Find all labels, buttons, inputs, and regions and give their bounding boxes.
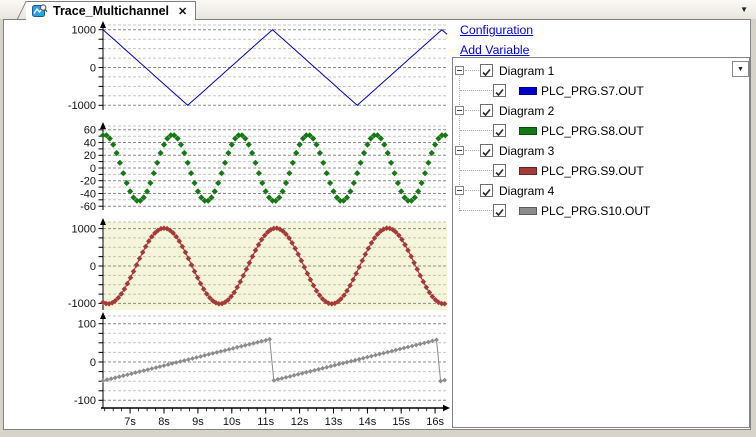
tree-variable-label: PLC_PRG.S8.OUT <box>541 124 644 138</box>
trace-editor-window: 1000 0 -1000 60 40 20 0 -20 -40 -60 1000 0 -1000 100 0… <box>3 19 751 430</box>
tab-title: Trace_Multichannel <box>53 4 170 18</box>
collapse-icon[interactable] <box>455 66 464 75</box>
collapse-icon[interactable] <box>455 146 464 155</box>
diagram-4-checkbox[interactable] <box>480 184 493 197</box>
svg-text:14s: 14s <box>359 416 377 428</box>
svg-text:1000: 1000 <box>72 223 96 235</box>
tab-trace-multichannel[interactable]: Trace_Multichannel ✕ <box>26 1 197 20</box>
tab-list-chevron-down-icon[interactable]: ▼ <box>740 5 748 14</box>
svg-text:-40: -40 <box>80 188 96 200</box>
variable-tree: ▼ Diagram 1 PLC_PRG.S7.OUT Diagram 2 PLC… <box>452 57 750 428</box>
tree-variable-label: PLC_PRG.S9.OUT <box>541 164 644 178</box>
svg-text:-60: -60 <box>80 201 96 213</box>
tree-variable-row: PLC_PRG.S7.OUT <box>453 81 749 101</box>
tree-variable-row: PLC_PRG.S10.OUT <box>453 201 749 221</box>
diagram-3-checkbox[interactable] <box>480 144 493 157</box>
svg-text:20: 20 <box>84 150 96 162</box>
series-color-swatch <box>519 207 537 215</box>
add-variable-link[interactable]: Add Variable <box>460 43 530 57</box>
plc-prg-s10-checkbox[interactable] <box>493 204 506 217</box>
plc-prg-s8-checkbox[interactable] <box>493 124 506 137</box>
tree-variable-label: PLC_PRG.S10.OUT <box>541 204 651 218</box>
svg-text:8s: 8s <box>158 416 170 428</box>
tree-group-row: Diagram 3 <box>453 141 749 161</box>
svg-text:9s: 9s <box>192 416 204 428</box>
svg-text:0: 0 <box>90 261 96 273</box>
collapse-icon[interactable] <box>455 186 464 195</box>
tree-group-label: Diagram 4 <box>499 184 555 198</box>
svg-text:10s: 10s <box>223 416 241 428</box>
series-color-swatch <box>519 127 537 135</box>
svg-text:1000: 1000 <box>72 25 96 37</box>
svg-text:15s: 15s <box>392 416 410 428</box>
configuration-link[interactable]: Configuration <box>460 23 533 37</box>
tab-close-icon[interactable]: ✕ <box>178 5 187 18</box>
tab-bar: Trace_Multichannel ✕ ▼ <box>0 0 756 20</box>
plc-prg-s7-checkbox[interactable] <box>493 84 506 97</box>
svg-text:0: 0 <box>90 62 96 74</box>
svg-text:60: 60 <box>84 125 96 137</box>
svg-text:16s: 16s <box>426 416 444 428</box>
svg-text:-100: -100 <box>74 395 96 407</box>
svg-text:40: 40 <box>84 137 96 149</box>
tree-group-row: Diagram 1 <box>453 61 749 81</box>
diagram-2-checkbox[interactable] <box>480 104 493 117</box>
tree-group-label: Diagram 1 <box>499 64 555 78</box>
plc-prg-s9-checkbox[interactable] <box>493 164 506 177</box>
tree-variable-row: PLC_PRG.S8.OUT <box>453 121 749 141</box>
tree-group-row: Diagram 2 <box>453 101 749 121</box>
svg-text:0: 0 <box>90 357 96 369</box>
svg-text:11s: 11s <box>257 416 274 428</box>
svg-text:7s: 7s <box>124 416 136 428</box>
tree-group-label: Diagram 2 <box>499 104 555 118</box>
trace-icon <box>32 4 48 17</box>
svg-text:12s: 12s <box>291 416 309 428</box>
svg-text:-1000: -1000 <box>68 100 96 112</box>
tree-group-label: Diagram 3 <box>499 144 555 158</box>
tree-group-row: Diagram 4 <box>453 181 749 201</box>
svg-text:13s: 13s <box>325 416 343 428</box>
diagram-1-checkbox[interactable] <box>480 64 493 77</box>
series-color-swatch <box>519 87 537 95</box>
series-color-swatch <box>519 167 537 175</box>
svg-text:100: 100 <box>78 319 96 331</box>
tree-variable-row: PLC_PRG.S9.OUT <box>453 161 749 181</box>
svg-text:-1000: -1000 <box>68 298 96 310</box>
svg-text:-20: -20 <box>80 176 96 188</box>
svg-text:0: 0 <box>90 163 96 175</box>
tree-variable-label: PLC_PRG.S7.OUT <box>541 84 644 98</box>
collapse-icon[interactable] <box>455 106 464 115</box>
trace-charts: 10000-10006040200-20-40-6010000-10001000… <box>68 21 450 428</box>
